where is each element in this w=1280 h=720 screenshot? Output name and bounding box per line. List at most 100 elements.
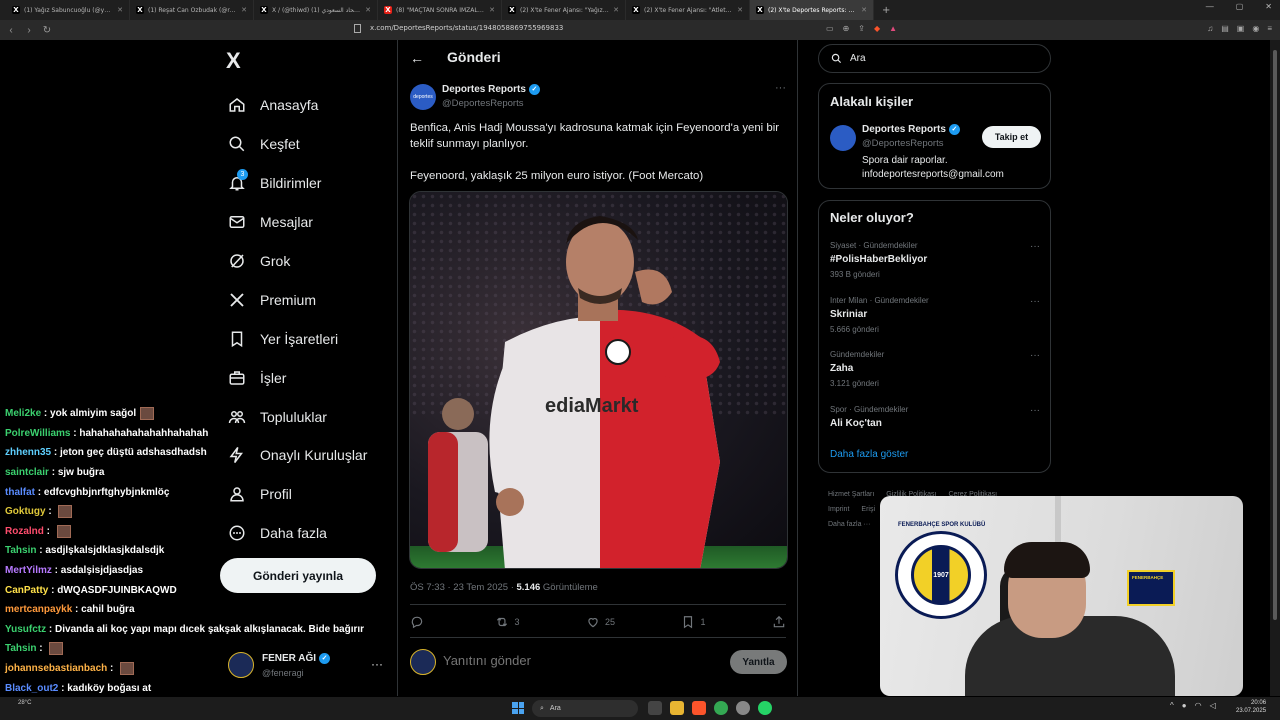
zoom-icon[interactable]: ⊕ <box>843 24 850 33</box>
trend-more-icon[interactable]: ··· <box>1030 296 1040 307</box>
author-name[interactable]: Deportes Reports ✓ <box>442 84 540 95</box>
chat-username[interactable]: MertYilmz <box>5 565 52 576</box>
close-window-icon[interactable]: ✕ <box>1265 2 1272 11</box>
trend-item[interactable]: Siyaset · Gündemdekiler #PolisHaberBekliy… <box>830 241 1040 279</box>
tab-close-icon[interactable]: ✕ <box>737 6 743 14</box>
task-view-icon[interactable] <box>648 701 662 715</box>
bio-email[interactable]: infodeportesreports@gmail.com <box>862 168 1042 182</box>
search-box[interactable]: Ara <box>818 44 1051 73</box>
sidebar-item-bell[interactable]: 3 Bildirimler <box>228 164 367 203</box>
taskbar-search[interactable]: ⌕ Ara <box>532 700 638 717</box>
x-logo[interactable]: X <box>226 48 241 74</box>
tab-close-icon[interactable]: ✕ <box>241 6 247 14</box>
person-handle[interactable]: @DeportesReports <box>862 138 943 149</box>
like-action[interactable]: 25 <box>586 615 615 629</box>
sidebar-item-mail[interactable]: Mesajlar <box>228 203 367 242</box>
browser-tab[interactable]: X (2) X'te Fener Ajansı: "Yağız Sabun ✕ <box>502 0 626 20</box>
chat-username[interactable]: johannsebastianbach <box>5 663 107 674</box>
reply-action[interactable] <box>410 615 429 629</box>
footer-link[interactable]: Erişi <box>861 506 875 513</box>
avatar[interactable] <box>830 125 856 151</box>
chat-username[interactable]: Yusufctz <box>5 624 46 635</box>
trend-item[interactable]: Gündemdekiler Zaha 3.121 gönderi ··· <box>830 350 1040 388</box>
footer-link[interactable]: Daha fazla ··· <box>828 521 870 528</box>
wifi-icon[interactable]: ◠ <box>1195 701 1202 710</box>
back-arrow-icon[interactable]: ← <box>410 50 424 66</box>
chat-username[interactable]: Black_out2 <box>5 683 58 694</box>
volume-icon[interactable]: ◁ <box>1210 701 1216 710</box>
chat-username[interactable]: zhhenn35 <box>5 447 51 458</box>
browser-tab[interactable]: X X / (@thiwd) نادي الاتحاد السعودي (1) ✕ <box>254 0 378 20</box>
search-input[interactable]: Ara <box>850 53 866 64</box>
chat-username[interactable]: Tahsin <box>5 545 36 556</box>
author-handle[interactable]: @DeportesReports <box>442 98 523 109</box>
brave-shield-icon[interactable]: ◆ <box>874 24 880 33</box>
minimize-icon[interactable]: — <box>1206 2 1214 11</box>
footer-link[interactable]: Hizmet Şartları <box>828 491 874 498</box>
sidebar-item-home[interactable]: Anasayfa <box>228 86 367 125</box>
tab-close-icon[interactable]: ✕ <box>365 6 371 14</box>
chevron-up-icon[interactable]: ^ <box>1170 701 1174 710</box>
new-tab-icon[interactable]: + <box>882 5 890 16</box>
sidebar-item-grok[interactable]: Grok <box>228 242 367 281</box>
share-action[interactable] <box>772 615 786 629</box>
whatsapp-icon[interactable] <box>758 701 772 715</box>
forward-icon[interactable]: › <box>22 25 36 36</box>
chat-username[interactable]: Tahsin <box>5 643 36 654</box>
author-avatar[interactable]: deportes <box>410 84 436 110</box>
bookmark-action[interactable]: 1 <box>681 615 706 629</box>
windows-start-icon[interactable] <box>512 702 524 714</box>
clock[interactable]: 20:06 23.07.2025 <box>1236 699 1266 715</box>
chat-username[interactable]: saintclair <box>5 467 49 478</box>
sidebar-item-search[interactable]: Keşfet <box>228 125 367 164</box>
person-name[interactable]: Deportes Reports ✓ <box>862 124 960 135</box>
browser-tab[interactable]: X (2) X'te Fener Ajansı: "Atletico Mad✕ <box>626 0 750 20</box>
tab-close-icon[interactable]: ✕ <box>117 6 123 14</box>
browser-tab[interactable]: X (2) X'te Deportes Reports: "Benfi ✕ <box>750 0 874 20</box>
trend-item[interactable]: Inter Milan · Gündemdekiler Skriniar 5.666… <box>830 296 1040 334</box>
trend-more-icon[interactable]: ··· <box>1030 241 1040 252</box>
sidebar-item-x-premium[interactable]: Premium <box>228 280 367 319</box>
weather-widget[interactable]: 28°C <box>18 700 31 706</box>
reply-button[interactable]: Yanıtla <box>730 650 787 674</box>
reload-icon[interactable]: ↻ <box>40 25 54 36</box>
vpn-icon[interactable]: ◉ <box>1252 24 1259 33</box>
maximize-icon[interactable]: ▢ <box>1236 2 1244 11</box>
back-icon[interactable]: ‹ <box>4 25 18 36</box>
share-icon[interactable]: ⇪ <box>858 24 865 33</box>
trend-more-icon[interactable]: ··· <box>1030 405 1040 416</box>
follow-button[interactable]: Takip et <box>982 126 1041 148</box>
url-field[interactable]: x.com/DeportesReports/status/19480588697… <box>370 24 563 32</box>
github-icon[interactable] <box>736 701 750 715</box>
trend-item[interactable]: Spor · Gündemdekiler Ali Koç'tan ··· <box>830 405 1040 434</box>
file-explorer-icon[interactable] <box>670 701 684 715</box>
chat-username[interactable]: thalfat <box>5 487 35 498</box>
wallet-icon[interactable]: ▣ <box>1237 24 1245 33</box>
browser-tab[interactable]: X (8) "MAÇTAN SONRA İMZALAR ATIL✕ <box>378 0 502 20</box>
trend-more-icon[interactable]: ··· <box>1030 350 1040 361</box>
chat-username[interactable]: PolreWilliams <box>5 428 71 439</box>
sidebar-item-bookmark[interactable]: Yer İşaretleri <box>228 319 367 358</box>
chat-username[interactable]: CanPatty <box>5 585 48 596</box>
tweet-more-icon[interactable]: ··· <box>775 82 786 94</box>
tweet-photo[interactable]: ediaMarkt <box>409 191 788 569</box>
reply-input[interactable] <box>443 653 703 668</box>
show-more-link[interactable]: Daha fazla göster <box>830 449 908 460</box>
chat-username[interactable]: Goktugy <box>5 506 46 517</box>
menu-icon[interactable]: ≡ <box>1267 24 1272 33</box>
tab-close-icon[interactable]: ✕ <box>861 6 867 14</box>
chrome-icon[interactable] <box>714 701 728 715</box>
cast-icon[interactable]: ▭ <box>826 24 834 33</box>
brave-icon[interactable] <box>692 701 706 715</box>
page-scrollbar[interactable] <box>1270 40 1280 696</box>
tab-close-icon[interactable]: ✕ <box>613 6 619 14</box>
chat-username[interactable]: Rozalnd <box>5 526 44 537</box>
sidebar-item-briefcase[interactable]: İşler <box>228 358 367 397</box>
browser-tab[interactable]: X (1) Yağız Sabuncuoğlu (@yagosabun ✕ <box>6 0 130 20</box>
footer-link[interactable]: Imprint <box>828 506 849 513</box>
media-icon[interactable]: ♫ <box>1207 24 1213 33</box>
tab-close-icon[interactable]: ✕ <box>489 6 495 14</box>
retweet-action[interactable]: 3 <box>495 615 520 629</box>
mic-icon[interactable]: ● <box>1182 701 1187 710</box>
sidebar-icon[interactable]: ▤ <box>1221 24 1229 33</box>
